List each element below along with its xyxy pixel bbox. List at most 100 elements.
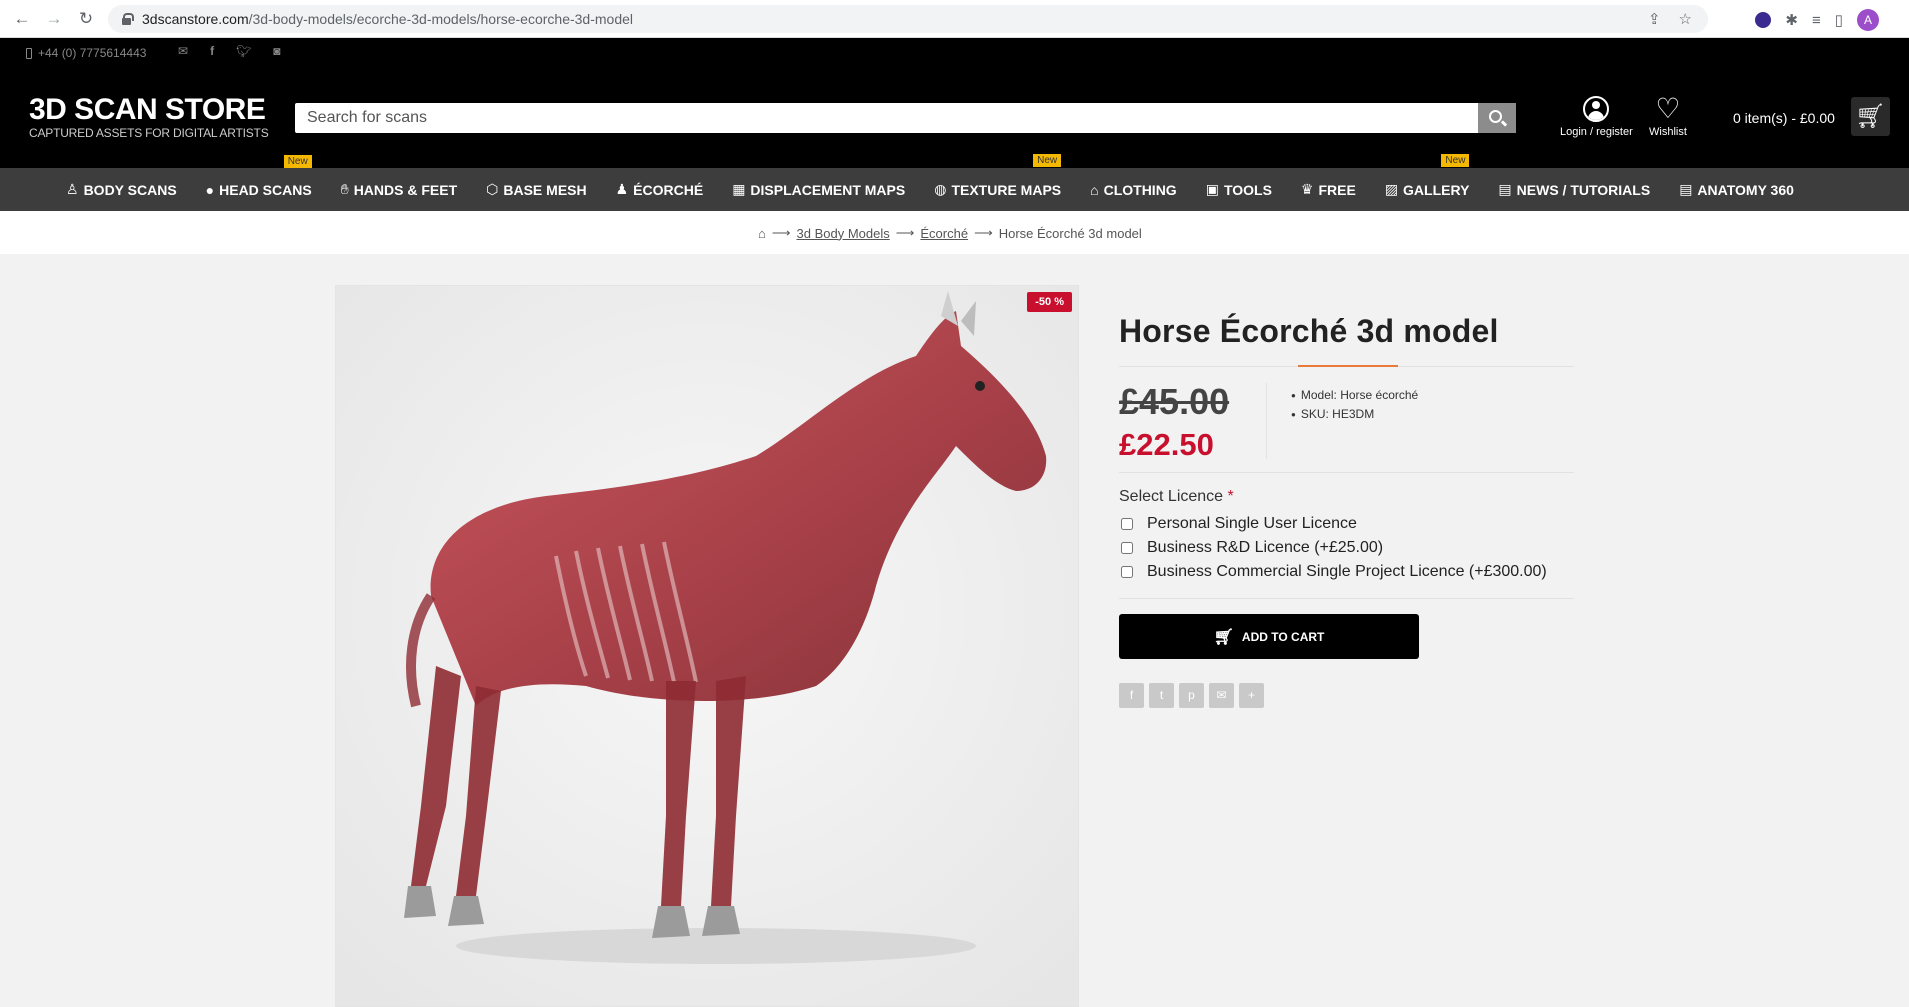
nav-item-label: TOOLS — [1223, 181, 1272, 198]
breadcrumb-bar: ⌂ ⟶ 3d Body Models ⟶ Écorché ⟶ Horse Éco… — [0, 211, 1909, 254]
facebook-share-icon[interactable]: f — [1119, 683, 1144, 708]
search-bar — [295, 103, 1516, 133]
puzzle-icon[interactable]: ✱ — [1785, 11, 1798, 29]
nav-item-displacement-maps[interactable]: ▦ DISPLACEMENT MAPS — [732, 181, 905, 198]
breadcrumb-current: Horse Écorché 3d model — [998, 225, 1142, 241]
search-input[interactable] — [295, 103, 1477, 133]
old-price: £45.00 — [1119, 381, 1230, 422]
phone-number[interactable]: +44 (0) 7775614443 — [38, 46, 146, 60]
licence-option-business-rd[interactable]: Business R&D Licence (+£25.00) — [1119, 536, 1574, 560]
url-text[interactable]: 3dscanstore.com/3d-body-models/ecorche-3… — [142, 11, 633, 27]
bookmark-star-icon[interactable]: ☆ — [1679, 10, 1692, 28]
crown-icon: ♛ — [1300, 181, 1314, 197]
nav-item-label: BASE MESH — [503, 181, 587, 198]
nav-item-gallery[interactable]: ▨ GALLERY New — [1384, 154, 1470, 198]
image-icon: ▨ — [1384, 181, 1399, 197]
nav-item-free[interactable]: ♛ FREE — [1301, 181, 1356, 198]
twitter-icon[interactable]: 🐦︎ — [236, 44, 251, 58]
breadcrumb-ecorche[interactable]: Écorché — [920, 226, 968, 241]
nav-item-label: TEXTURE MAPS — [951, 181, 1062, 198]
price-block: £45.00 £22.50 Model: Horse écorché SKU: … — [1119, 367, 1574, 473]
licence-option-personal[interactable]: Personal Single User Licence — [1119, 512, 1574, 536]
palette-icon: ◍ — [934, 181, 947, 197]
back-icon[interactable]: ← — [12, 9, 32, 29]
ecorche-icon: ♟ — [615, 181, 629, 197]
breadcrumb-separator: ⟶ — [974, 225, 993, 240]
twitter-share-icon[interactable]: t — [1149, 683, 1174, 708]
news-icon: ▤ — [1498, 181, 1512, 197]
site-logo[interactable]: 3D SCAN STORE CAPTURED ASSETS FOR DIGITA… — [29, 95, 269, 141]
breadcrumb: ⌂ ⟶ 3d Body Models ⟶ Écorché ⟶ Horse Éco… — [758, 225, 1142, 241]
nav-item-hands-feet[interactable]: ✋︎ HANDS & FEET — [341, 181, 457, 198]
nav-item-label: CLOTHING — [1103, 181, 1177, 198]
login-register-link[interactable]: Login / register — [1560, 96, 1633, 138]
email-share-icon[interactable]: ✉ — [1209, 683, 1234, 708]
nav-item-body-scans[interactable]: ♙ BODY SCANS — [66, 181, 177, 198]
product-meta: Model: Horse écorché SKU: HE3DM — [1291, 386, 1418, 424]
extension-icon[interactable] — [1755, 12, 1772, 28]
profile-avatar[interactable]: A — [1857, 9, 1879, 31]
more-share-icon[interactable]: + — [1239, 683, 1264, 708]
nav-item-label: HEAD SCANS — [219, 181, 312, 198]
home-icon[interactable]: ⌂ — [758, 226, 766, 241]
nav-item-label: ANATOMY 360 — [1697, 181, 1794, 198]
new-badge: New — [283, 154, 312, 168]
nav-item-anatomy-360[interactable]: ▤ ANATOMY 360 — [1679, 181, 1794, 198]
heart-icon: ♡ — [1655, 93, 1681, 124]
contact-bar: +44 (0) 7775614443 ✉ f 🐦︎ ◙ — [0, 38, 1909, 68]
breadcrumb-separator: ⟶ — [771, 225, 791, 240]
discount-badge: -50 % — [1027, 292, 1072, 312]
nav-item-base-mesh[interactable]: ⬡ BASE MESH — [486, 181, 586, 198]
share-buttons: f t p ✉ + — [1119, 683, 1574, 708]
user-icon — [1583, 96, 1610, 122]
cart-icon: 🛒︎ — [1855, 103, 1886, 130]
cart-button[interactable]: 🛒︎ — [1851, 97, 1890, 136]
map-icon: ▦ — [732, 181, 746, 197]
licence-checkbox-personal[interactable] — [1121, 518, 1133, 530]
breadcrumb-3d-body-models[interactable]: 3d Body Models — [797, 226, 890, 241]
email-icon[interactable]: ✉ — [178, 44, 188, 58]
forward-icon[interactable]: → — [44, 9, 64, 29]
reload-icon[interactable]: ↻ — [76, 9, 96, 29]
search-icon — [1489, 110, 1502, 123]
new-badge: New — [1033, 154, 1062, 167]
licence-options: Select Licence * Personal Single User Li… — [1119, 473, 1574, 599]
nav-item-corch[interactable]: ♟ ÉCORCHÉ — [616, 181, 704, 198]
hands-icon: ✋︎ — [340, 181, 349, 197]
nav-item-head-scans[interactable]: ● HEAD SCANS New — [205, 154, 312, 198]
instagram-icon[interactable]: ◙ — [273, 44, 280, 58]
share-icon[interactable]: ⇪ — [1648, 10, 1661, 28]
nav-item-texture-maps[interactable]: ◍ TEXTURE MAPS New — [934, 154, 1062, 198]
body-icon: ♙ — [66, 181, 79, 197]
product-info: Horse Écorché 3d model £45.00 £22.50 Mod… — [1119, 285, 1574, 708]
product-title: Horse Écorché 3d model — [1119, 313, 1499, 349]
licence-option-business-commercial[interactable]: Business Commercial Single Project Licen… — [1119, 560, 1574, 584]
nav-item-label: GALLERY — [1403, 181, 1470, 198]
add-to-cart-button[interactable]: 🛒︎ ADD TO CART — [1119, 614, 1419, 659]
address-bar[interactable]: 3dscanstore.com/3d-body-models/ecorche-3… — [108, 5, 1708, 33]
lock-icon — [122, 13, 134, 25]
shirt-icon: ⌂ — [1090, 181, 1099, 198]
horse-ecorche-render — [336, 286, 1078, 1006]
search-button[interactable] — [1478, 103, 1516, 133]
facebook-icon[interactable]: f — [210, 44, 214, 58]
tools-icon: ▣ — [1205, 181, 1219, 197]
wishlist-link[interactable]: ♡ Wishlist — [1649, 93, 1687, 139]
cart-total[interactable]: 0 item(s) - £0.00 — [1733, 110, 1835, 126]
nav-item-label: HANDS & FEET — [353, 181, 458, 198]
pinterest-share-icon[interactable]: p — [1179, 683, 1204, 708]
licence-checkbox-business-commercial[interactable] — [1121, 566, 1133, 578]
nav-item-news-tutorials[interactable]: ▤ NEWS / TUTORIALS — [1498, 181, 1650, 198]
side-panel-icon[interactable]: ▯ — [1835, 11, 1843, 29]
nav-item-label: NEWS / TUTORIALS — [1516, 181, 1651, 198]
new-badge: New — [1441, 154, 1470, 167]
licence-checkbox-business-rd[interactable] — [1121, 542, 1133, 554]
reading-list-icon[interactable]: ≡ — [1812, 12, 1821, 29]
nav-item-clothing[interactable]: ⌂ CLOTHING — [1090, 182, 1177, 198]
breadcrumb-separator: ⟶ — [895, 225, 915, 240]
nav-item-label: FREE — [1318, 181, 1356, 198]
nav-item-tools[interactable]: ▣ TOOLS — [1206, 181, 1272, 198]
head-icon: ● — [205, 181, 215, 198]
nav-item-label: BODY SCANS — [83, 181, 177, 198]
product-image[interactable]: -50 % — [335, 285, 1079, 1007]
